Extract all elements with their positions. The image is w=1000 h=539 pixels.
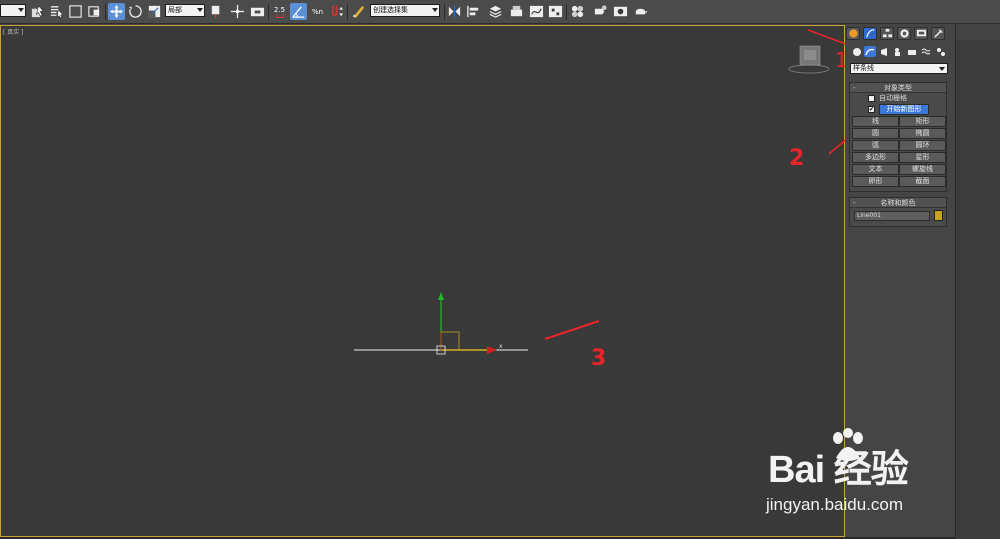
- main-toolbar: 局部 2.5 %n 创建选择集: [0, 0, 1000, 24]
- pivot-point-icon[interactable]: [208, 3, 225, 20]
- create-tab-icon[interactable]: [846, 27, 860, 40]
- auto-grid-checkbox[interactable]: [868, 95, 875, 102]
- arc-button[interactable]: 弧: [852, 140, 899, 151]
- graphite-tools-icon[interactable]: [508, 3, 525, 20]
- select-and-move-icon[interactable]: [108, 3, 125, 20]
- snaps-toggle-icon[interactable]: 2.5: [271, 3, 288, 20]
- helpers-category-icon[interactable]: [906, 46, 918, 57]
- category-dropdown[interactable]: 样条线: [850, 63, 948, 74]
- helix-button[interactable]: 螺旋线: [899, 164, 946, 175]
- ngon-button[interactable]: 多边形: [852, 152, 899, 163]
- object-type-rollout: - 对象类型 自动栅格 ✔ 开始新图形 线 矩形 圆 椭圆 弧 圆环 多边形 星形…: [849, 82, 947, 192]
- display-tab-icon[interactable]: [914, 27, 928, 40]
- viewcube-icon[interactable]: [788, 45, 830, 74]
- start-new-shape-button[interactable]: 开始新图形: [879, 104, 929, 115]
- select-object-icon[interactable]: [29, 3, 46, 20]
- motion-tab-icon[interactable]: [897, 27, 911, 40]
- name-color-rollout: - 名称和颜色 Line001: [849, 197, 947, 227]
- snap-label: 2.5: [273, 5, 286, 14]
- annotation-number-2: 2: [789, 146, 805, 171]
- spinner-snap-icon[interactable]: [328, 3, 345, 20]
- coord-system-value: 局部: [168, 6, 182, 14]
- rectangle-button[interactable]: 矩形: [899, 116, 946, 127]
- rendered-frame-window-icon[interactable]: [612, 3, 629, 20]
- reference-coord-system-dropdown[interactable]: 局部: [165, 4, 205, 17]
- schematic-view-icon[interactable]: [547, 3, 564, 20]
- window-crossing-icon[interactable]: [86, 3, 103, 20]
- text-button[interactable]: 文本: [852, 164, 899, 175]
- select-by-name-icon[interactable]: [48, 3, 65, 20]
- auto-grid-row: 自动栅格: [850, 93, 946, 104]
- transform-gizmo[interactable]: [436, 292, 497, 355]
- edit-named-selection-icon[interactable]: [350, 3, 367, 20]
- shape-buttons-grid: 线 矩形 圆 椭圆 弧 圆环 多边形 星形 文本 螺旋线 卵形 截面: [850, 115, 946, 187]
- object-type-title: 对象类型: [884, 84, 912, 92]
- material-editor-icon[interactable]: [569, 3, 586, 20]
- align-icon[interactable]: [465, 3, 482, 20]
- name-color-header[interactable]: - 名称和颜色: [850, 198, 946, 208]
- donut-button[interactable]: 圆环: [899, 140, 946, 151]
- star-button[interactable]: 星形: [899, 152, 946, 163]
- circle-button[interactable]: 圆: [852, 128, 899, 139]
- hierarchy-tab-icon[interactable]: [880, 27, 894, 40]
- right-side-strip: [955, 24, 1000, 539]
- layer-manager-icon[interactable]: [487, 3, 504, 20]
- utilities-tab-icon[interactable]: [931, 27, 945, 40]
- section-button[interactable]: 截面: [899, 176, 946, 187]
- selection-filter-dropdown[interactable]: [0, 4, 26, 17]
- percent-snap-label: %n: [311, 7, 324, 16]
- auto-grid-label: 自动栅格: [879, 94, 907, 102]
- watermark-logo-text: Bai 经验: [768, 449, 909, 491]
- start-new-shape-checkbox[interactable]: ✔: [868, 106, 875, 113]
- start-new-shape-row: ✔ 开始新图形: [850, 104, 946, 115]
- app-window: 局部 2.5 %n 创建选择集 [ 真实 ] x 3 2 1 样条线 - 对象类…: [0, 0, 1000, 539]
- annotation-arrow-3: [544, 320, 600, 340]
- curve-editor-icon[interactable]: [528, 3, 545, 20]
- egg-button[interactable]: 卵形: [852, 176, 899, 187]
- angle-snap-icon[interactable]: [290, 3, 307, 20]
- cameras-category-icon[interactable]: [892, 46, 904, 57]
- category-value: 样条线: [853, 64, 874, 72]
- object-name-field[interactable]: Line001: [854, 211, 930, 221]
- shapes-category-icon[interactable]: [864, 46, 876, 57]
- mirror-icon[interactable]: [446, 3, 463, 20]
- render-setup-icon[interactable]: [592, 3, 609, 20]
- ellipse-button[interactable]: 椭圆: [899, 128, 946, 139]
- name-color-title: 名称和颜色: [880, 199, 916, 207]
- select-and-scale-icon[interactable]: [146, 3, 163, 20]
- keyboard-shortcut-override-icon[interactable]: [249, 3, 266, 20]
- select-manipulate-icon[interactable]: [229, 3, 246, 20]
- rect-selection-region-icon[interactable]: [67, 3, 84, 20]
- space-warps-category-icon[interactable]: [920, 46, 932, 57]
- modify-tab-icon[interactable]: [863, 27, 877, 40]
- lights-category-icon[interactable]: [878, 46, 890, 57]
- object-color-swatch[interactable]: [934, 210, 943, 221]
- render-production-icon[interactable]: [632, 3, 649, 20]
- viewport-scene: x: [354, 45, 830, 355]
- named-selection-set-dropdown[interactable]: 创建选择集: [370, 4, 440, 17]
- perspective-viewport[interactable]: [ 真实 ] x 3 2 1: [0, 25, 848, 537]
- select-and-rotate-icon[interactable]: [127, 3, 144, 20]
- percent-snap-icon[interactable]: %n: [309, 3, 326, 20]
- line-button[interactable]: 线: [852, 116, 899, 127]
- baidu-watermark: Bai 经验 jingyan.baidu.com: [758, 428, 958, 528]
- geometry-category-icon[interactable]: [851, 46, 863, 57]
- axis-x-label: x: [499, 343, 503, 350]
- watermark-url: jingyan.baidu.com: [766, 495, 904, 514]
- named-selection-value: 创建选择集: [373, 6, 408, 14]
- systems-category-icon[interactable]: [935, 46, 947, 57]
- annotation-number-3: 3: [591, 346, 607, 371]
- object-type-header[interactable]: - 对象类型: [850, 83, 946, 93]
